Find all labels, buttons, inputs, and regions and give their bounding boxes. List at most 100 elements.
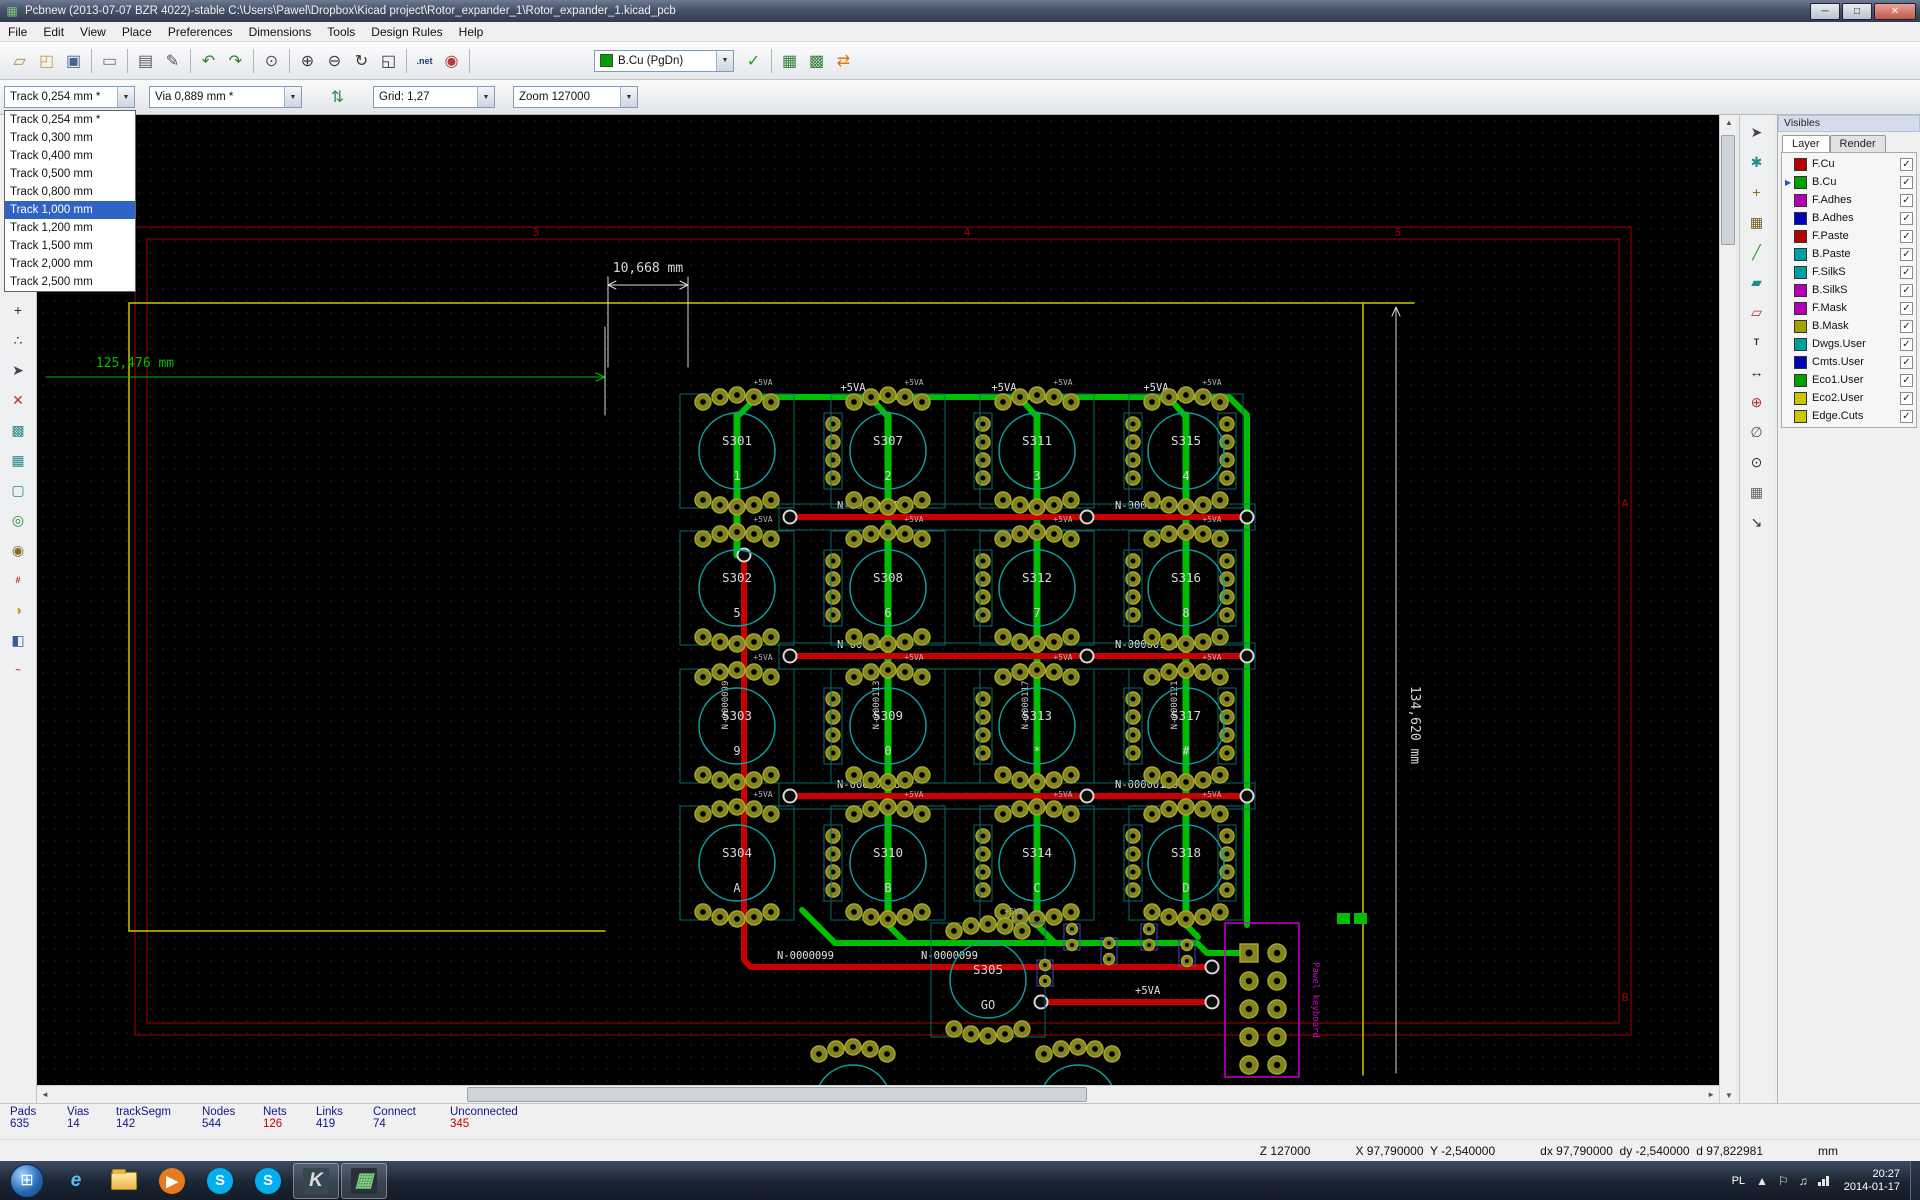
- print-icon[interactable]: ▤: [132, 47, 159, 74]
- taskbar-skype[interactable]: S: [197, 1163, 243, 1199]
- menu-item-edit[interactable]: Edit: [35, 23, 72, 41]
- track-width-option[interactable]: Track 1,000 mm: [5, 201, 135, 219]
- layer-ok-check-icon[interactable]: ✓: [740, 47, 767, 74]
- background-color-icon[interactable]: ◑: [5, 597, 31, 623]
- layer-row-f-adhes[interactable]: F.Adhes✓: [1782, 191, 1916, 209]
- add-footprint-icon[interactable]: ▦: [1744, 209, 1770, 235]
- hidden-icons-arrow[interactable]: ▲: [1756, 1174, 1768, 1188]
- menu-item-view[interactable]: View: [72, 23, 114, 41]
- layer-visibility-checkbox[interactable]: ✓: [1900, 356, 1913, 369]
- drc-icon[interactable]: ◉: [438, 47, 465, 74]
- zoom-in-icon[interactable]: ⊕: [294, 47, 321, 74]
- add-zone-icon[interactable]: ▰: [1744, 269, 1770, 295]
- zones-show-icon[interactable]: ▩: [5, 417, 31, 443]
- maximize-button[interactable]: □: [1842, 3, 1872, 20]
- track-width-option[interactable]: Track 2,500 mm: [5, 273, 135, 291]
- ratsnest-hide-icon[interactable]: ✕: [5, 387, 31, 413]
- horizontal-scrollbar[interactable]: ◄ ►: [37, 1085, 1719, 1103]
- via-size-combo[interactable]: Via 0,889 mm * ▼: [149, 86, 302, 108]
- netlist-icon[interactable]: .net: [411, 47, 438, 74]
- layer-row-f-silks[interactable]: F.SilkS✓: [1782, 263, 1916, 281]
- add-text-icon[interactable]: T: [1744, 329, 1770, 355]
- track-width-option[interactable]: Track 0,500 mm: [5, 165, 135, 183]
- vertical-scroll-thumb[interactable]: [1721, 135, 1735, 245]
- module-mode-icon[interactable]: ▦: [776, 47, 803, 74]
- layer-visibility-checkbox[interactable]: ✓: [1900, 266, 1913, 279]
- layer-row-f-cu[interactable]: F.Cu✓: [1782, 155, 1916, 173]
- track-width-option[interactable]: Track 1,500 mm: [5, 237, 135, 255]
- page-settings-icon[interactable]: ▭: [96, 47, 123, 74]
- grid-origin-icon[interactable]: ▦: [1744, 479, 1770, 505]
- add-keepout-icon[interactable]: ▱: [1744, 299, 1770, 325]
- action-center-icon[interactable]: ⚐: [1778, 1174, 1789, 1188]
- add-track-icon[interactable]: ╱: [1744, 239, 1770, 265]
- zones-fill-icon[interactable]: ▦: [5, 447, 31, 473]
- scroll-down-icon[interactable]: ▼: [1725, 1091, 1733, 1100]
- canvas-area[interactable]: 345AB10,668 mm125,476 mm134,620 mmN-0000…: [37, 115, 1719, 1085]
- zoom-fit-icon[interactable]: ◱: [375, 47, 402, 74]
- undo-icon[interactable]: ↶: [195, 47, 222, 74]
- taskbar-ie[interactable]: e: [53, 1163, 99, 1199]
- autoroute-mode-icon[interactable]: ⇄: [830, 47, 857, 74]
- layer-row-b-mask[interactable]: B.Mask✓: [1782, 317, 1916, 335]
- menu-item-place[interactable]: Place: [114, 23, 160, 41]
- delete-tool-icon[interactable]: ∅: [1744, 419, 1770, 445]
- save-board-icon[interactable]: ▣: [60, 47, 87, 74]
- layer-row-b-paste[interactable]: B.Paste✓: [1782, 245, 1916, 263]
- layer-row-f-paste[interactable]: F.Paste✓: [1782, 227, 1916, 245]
- menu-item-help[interactable]: Help: [451, 23, 492, 41]
- layer-selector[interactable]: B.Cu (PgDn) ▼: [594, 50, 734, 72]
- layer-visibility-checkbox[interactable]: ✓: [1900, 338, 1913, 351]
- show-desktop-button[interactable]: [1910, 1161, 1920, 1200]
- track-width-auto-icon[interactable]: ⇅: [324, 84, 351, 111]
- measure-tool-icon[interactable]: ↘: [1744, 509, 1770, 535]
- volume-icon[interactable]: ♫: [1799, 1174, 1808, 1188]
- microwave-tools-icon[interactable]: ~: [5, 657, 31, 683]
- layer-row-eco1-user[interactable]: Eco1.User✓: [1782, 371, 1916, 389]
- add-target-icon[interactable]: ⊕: [1744, 389, 1770, 415]
- net-highlight-icon[interactable]: ◎: [5, 507, 31, 533]
- track-width-combo[interactable]: Track 0,254 mm * ▼: [4, 86, 135, 108]
- grid-size-combo[interactable]: Grid: 1,27 ▼: [373, 86, 495, 108]
- local-ratsnest-icon[interactable]: +: [1744, 179, 1770, 205]
- new-board-icon[interactable]: ▱: [6, 47, 33, 74]
- horizontal-scroll-thumb[interactable]: [467, 1087, 1087, 1102]
- layer-visibility-checkbox[interactable]: ✓: [1900, 302, 1913, 315]
- track-width-option[interactable]: Track 0,400 mm: [5, 147, 135, 165]
- language-indicator[interactable]: PL: [1732, 1175, 1745, 1187]
- track-width-option[interactable]: Track 1,200 mm: [5, 219, 135, 237]
- layer-visibility-checkbox[interactable]: ✓: [1900, 212, 1913, 225]
- grid-hide-icon[interactable]: #: [5, 567, 31, 593]
- taskbar-media-player[interactable]: ▶: [149, 1163, 195, 1199]
- layer-row-eco2-user[interactable]: Eco2.User✓: [1782, 389, 1916, 407]
- find-icon[interactable]: ⊙: [258, 47, 285, 74]
- layer-visibility-checkbox[interactable]: ✓: [1900, 410, 1913, 423]
- redo-icon[interactable]: ↷: [222, 47, 249, 74]
- scroll-right-icon[interactable]: ►: [1707, 1090, 1715, 1099]
- select-cursor-icon[interactable]: ➤: [5, 357, 31, 383]
- minimize-button[interactable]: ─: [1810, 3, 1840, 20]
- scroll-left-icon[interactable]: ◄: [41, 1090, 49, 1099]
- pcb-canvas[interactable]: 345AB10,668 mm125,476 mm134,620 mmN-0000…: [37, 115, 1719, 1085]
- select-tool-icon[interactable]: ➤: [1744, 119, 1770, 145]
- chevron-down-icon[interactable]: ▼: [117, 87, 134, 107]
- start-button[interactable]: ⊞: [10, 1164, 44, 1198]
- menu-item-dimensions[interactable]: Dimensions: [241, 23, 320, 41]
- track-width-option[interactable]: Track 0,254 mm *: [5, 111, 135, 129]
- track-width-option[interactable]: Track 0,800 mm: [5, 183, 135, 201]
- track-width-option[interactable]: Track 0,300 mm: [5, 129, 135, 147]
- menu-item-file[interactable]: File: [0, 23, 35, 41]
- layer-visibility-checkbox[interactable]: ✓: [1900, 320, 1913, 333]
- open-board-icon[interactable]: ◰: [33, 47, 60, 74]
- ratsnest-mode-icon[interactable]: ▩: [803, 47, 830, 74]
- layer-row-dwgs-user[interactable]: Dwgs.User✓: [1782, 335, 1916, 353]
- taskbar-kicad[interactable]: K: [293, 1163, 339, 1199]
- chevron-down-icon[interactable]: ▼: [620, 87, 637, 107]
- layer-row-b-cu[interactable]: ▶B.Cu✓: [1782, 173, 1916, 191]
- layer-visibility-checkbox[interactable]: ✓: [1900, 158, 1913, 171]
- layer-manager-icon[interactable]: ◧: [5, 627, 31, 653]
- track-width-option[interactable]: Track 2,000 mm: [5, 255, 135, 273]
- taskbar-explorer[interactable]: [101, 1163, 147, 1199]
- taskbar-pcbnew[interactable]: ▦: [341, 1163, 387, 1199]
- vertical-scrollbar[interactable]: ▲ ▼: [1719, 115, 1736, 1103]
